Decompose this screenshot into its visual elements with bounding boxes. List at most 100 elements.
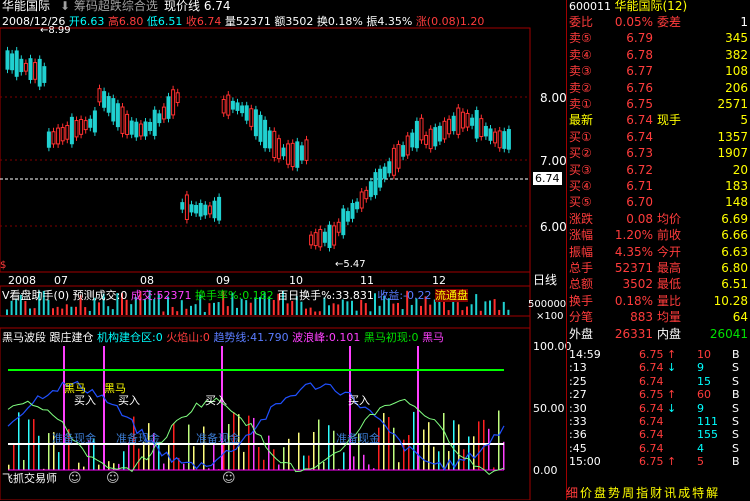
smile-icon-1: ☺: [68, 471, 82, 486]
footer-tab[interactable]: 细: [566, 486, 578, 500]
candle: [89, 119, 92, 127]
footer-tab[interactable]: 势: [608, 486, 620, 500]
volume-bar: [507, 310, 509, 315]
volume-bar: [75, 307, 77, 315]
candle: [420, 118, 423, 140]
footer-tab[interactable]: 指: [636, 486, 648, 500]
ind-axis-0: 0.00: [533, 464, 558, 477]
candle: [356, 202, 359, 209]
stat-row-cell: 振幅: [569, 246, 593, 259]
volume-bar: [190, 306, 192, 315]
period-label[interactable]: 日线: [533, 274, 557, 287]
candle: [466, 113, 469, 127]
candle: [135, 122, 138, 137]
footer-tab[interactable]: 周: [622, 486, 634, 500]
stat-row-cell: 总手: [569, 262, 593, 275]
cash-label-1: 准备现金: [52, 432, 96, 445]
volume-bar: [392, 304, 394, 315]
smile-icon-3: ☺: [222, 471, 236, 486]
candle: [61, 128, 64, 141]
tick-cell: 6.74: [639, 415, 664, 428]
indicator-bar: [443, 413, 445, 470]
volume-bar: [328, 305, 330, 315]
volume-bar: [176, 311, 178, 315]
candle: [158, 114, 161, 123]
volume-bar: [245, 300, 247, 315]
indicator-bar: 黑马波段 跟庄建仓 机构建仓区:0 火焰山:0 趋势线:41.790 波浪峰:0…: [2, 331, 444, 344]
buy-label-3: 买入: [205, 394, 227, 407]
candle: [415, 121, 418, 147]
last-row-cell: 5: [740, 114, 748, 127]
tick-cell: ↑: [667, 455, 676, 468]
footer-tab[interactable]: 解: [706, 486, 718, 500]
candle: [66, 125, 69, 139]
indicator-bar: [223, 444, 225, 470]
candle: [218, 197, 221, 220]
volume-bar: [61, 309, 63, 315]
candle: [337, 222, 340, 232]
candle: [52, 132, 55, 144]
candle: [484, 126, 487, 135]
volume-bar: [213, 303, 215, 315]
volume-bar: [369, 311, 371, 315]
footer-tab[interactable]: 价: [580, 486, 592, 500]
volume-bar: [287, 303, 289, 315]
indicator-bar: [128, 442, 130, 470]
tick-cell: :33: [569, 415, 587, 428]
candle: [185, 195, 188, 220]
sell-row-cell: 108: [725, 65, 748, 78]
candle: [434, 128, 437, 146]
sell-row-cell: 6.76: [626, 82, 653, 95]
candle: [153, 110, 156, 135]
sell-row-cell: 2571: [717, 98, 748, 111]
axis-6: 6.00: [540, 220, 567, 234]
volume-bar: [130, 304, 132, 315]
candle: [264, 120, 267, 147]
footer-tab[interactable]: 讯: [664, 486, 676, 500]
volume-bar: [397, 303, 399, 315]
indicator-bar: [258, 447, 260, 470]
footer-tab[interactable]: 成: [678, 486, 690, 500]
footer-tab[interactable]: 财: [650, 486, 662, 500]
date-07: 07: [54, 274, 68, 287]
candle: [139, 124, 142, 136]
indicator-bar: [413, 412, 415, 470]
buy-row-cell: 6.74: [626, 131, 653, 144]
tick-cell: 14:59: [569, 348, 601, 361]
tick-cell: 60: [697, 388, 711, 401]
footer-tab[interactable]: 盘: [594, 486, 606, 500]
indicator-bar: [368, 464, 370, 470]
indicator-bar: [333, 431, 335, 470]
tick-cell: S: [732, 375, 739, 388]
last-row-cell: 最新: [569, 114, 593, 127]
candle: [319, 230, 322, 247]
buy-row-cell: 148: [725, 196, 748, 209]
tick-cell: 6.75: [639, 348, 664, 361]
indicator-bar: [263, 460, 265, 470]
volume-bar: [429, 305, 431, 315]
candle: [11, 54, 14, 70]
stat-row-cell: 涨跌: [569, 213, 593, 226]
indicator-bar: [173, 423, 175, 470]
candle: [494, 132, 497, 143]
kline-chart[interactable]: [0, 0, 566, 500]
candle: [29, 59, 32, 80]
indicator-bar: [408, 435, 410, 470]
sell-row-cell: 345: [725, 32, 748, 45]
volume-bar: [346, 301, 348, 315]
stat-row-cell: 6.63: [721, 246, 748, 259]
smile-icon-2: ☺: [106, 471, 120, 486]
volume-bar: [484, 301, 486, 315]
candle: [93, 111, 96, 132]
buy-label-4: 买入: [348, 394, 370, 407]
volume-bar: [480, 311, 482, 315]
tick-cell: S: [732, 361, 739, 374]
min-annotation: ←5.47: [335, 259, 366, 270]
buy-label-1: 买入: [74, 394, 96, 407]
footer-tab[interactable]: 特: [692, 486, 704, 500]
indicator-bar: [78, 463, 80, 470]
candle: [457, 108, 460, 134]
volume-bar: [218, 302, 220, 315]
tick-cell: :27: [569, 388, 587, 401]
candle: [121, 107, 124, 133]
